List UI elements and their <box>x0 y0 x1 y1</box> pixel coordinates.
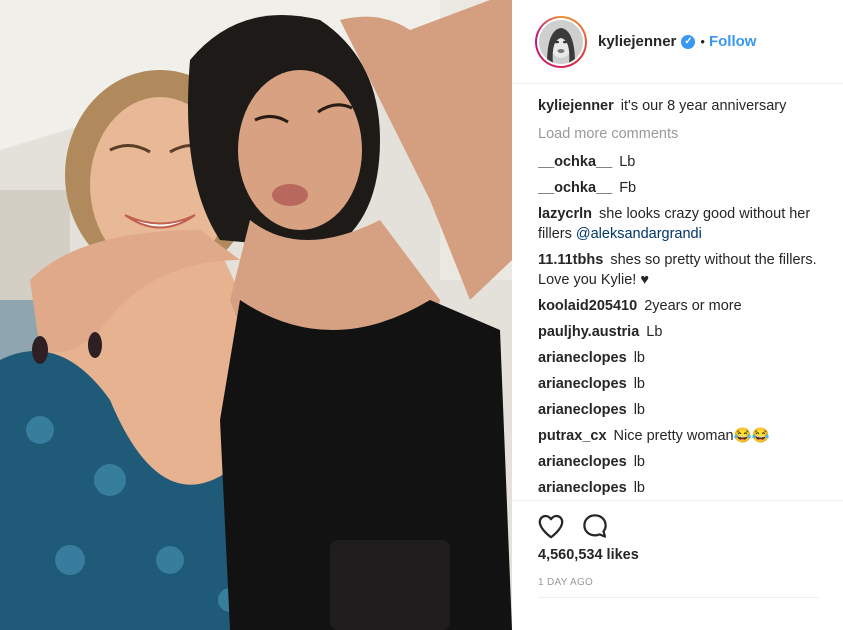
speech-bubble-icon[interactable] <box>580 511 610 541</box>
comment-text: lb <box>633 350 645 366</box>
comment-username[interactable]: lazycrln <box>538 206 592 222</box>
header-username[interactable]: kyliejenner <box>598 33 676 50</box>
comment-username[interactable]: koolaid205410 <box>538 298 637 314</box>
comment-username[interactable]: arianeclopes <box>538 402 627 418</box>
caption-username[interactable]: kyliejenner <box>538 98 614 114</box>
post-side-panel: kyliejenner ✓ • Follow kyliejenner it's … <box>512 0 843 630</box>
comment-item: lazycrln she looks crazy good without he… <box>538 204 830 244</box>
comment-item: koolaid205410 2years or more <box>538 296 830 316</box>
comment-item: arianeclopes lb <box>538 374 830 394</box>
like-count[interactable]: 4,560,534 likes <box>538 547 639 563</box>
follow-button[interactable]: Follow <box>709 33 757 50</box>
comment-text: Nice pretty woman😂😂 <box>613 428 770 444</box>
comment-username[interactable]: pauljhy.austria <box>538 324 639 340</box>
avatar-image <box>539 19 583 64</box>
comment-text: lb <box>633 480 645 496</box>
post-actions: 4,560,534 likes 1 DAY AGO <box>512 500 843 630</box>
load-more-comments-button[interactable]: Load more comments <box>538 124 830 144</box>
comment-item: arianeclopes lb <box>538 348 830 368</box>
comment-text: Fb <box>619 180 637 196</box>
comment-username[interactable]: putrax_cx <box>538 428 607 444</box>
comment-username[interactable]: arianeclopes <box>538 376 627 392</box>
comment-text: lb <box>633 402 645 418</box>
post-photo[interactable] <box>0 0 512 630</box>
comment-username[interactable]: arianeclopes <box>538 350 627 366</box>
comment-item: __ochka__ Fb <box>538 178 830 198</box>
comment-item: arianeclopes lb <box>538 478 830 498</box>
comment-item: 11.11tbhs shes so pretty without the fil… <box>538 250 830 290</box>
comment-item: putrax_cx Nice pretty woman😂😂 <box>538 426 830 446</box>
comment-text: 2years or more <box>644 298 742 314</box>
header-text: kyliejenner ✓ • Follow <box>598 33 756 50</box>
comment-username[interactable]: __ochka__ <box>538 180 612 196</box>
divider <box>538 597 819 598</box>
post-timestamp[interactable]: 1 DAY AGO <box>538 577 593 588</box>
comment-username[interactable]: __ochka__ <box>538 154 612 170</box>
comment-username[interactable]: arianeclopes <box>538 454 627 470</box>
comment-username[interactable]: arianeclopes <box>538 480 627 496</box>
avatar[interactable] <box>535 15 587 68</box>
comment-item: arianeclopes lb <box>538 452 830 472</box>
comment-item: arianeclopes lb <box>538 400 830 420</box>
comment-mention-link[interactable]: @aleksandargrandi <box>576 226 702 242</box>
comments-list[interactable]: kyliejenner it's our 8 year anniversary … <box>538 96 830 500</box>
post-header: kyliejenner ✓ • Follow <box>512 0 843 84</box>
verified-check-icon: ✓ <box>681 34 696 49</box>
photo-illustration <box>0 0 512 630</box>
caption-text: it's our 8 year anniversary <box>620 98 787 114</box>
heart-icon[interactable] <box>536 511 566 541</box>
post-caption: kyliejenner it's our 8 year anniversary <box>538 96 830 116</box>
comment-text: Lb <box>619 154 636 170</box>
comment-text: lb <box>633 376 645 392</box>
comment-text: Lb <box>646 324 663 340</box>
comment-text: lb <box>633 454 645 470</box>
comment-item: pauljhy.austria Lb <box>538 322 830 342</box>
comment-username[interactable]: 11.11tbhs <box>538 252 603 268</box>
comment-item: __ochka__ Lb <box>538 152 830 172</box>
header-separator: • <box>700 34 705 49</box>
